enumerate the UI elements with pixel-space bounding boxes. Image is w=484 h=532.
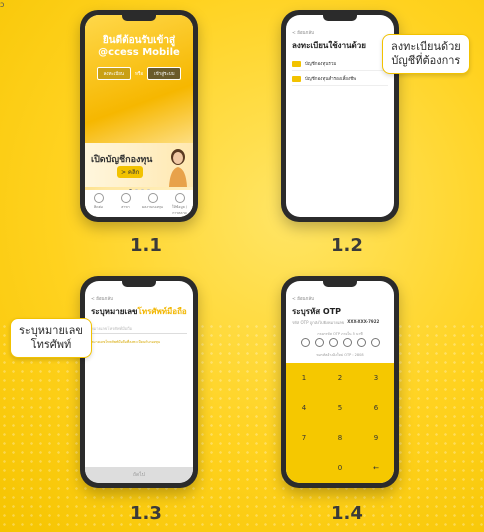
register-screen: < ย้อนกลับ ลงทะเบียนใช้งานด้วย บัญชีกองท… xyxy=(286,15,394,217)
otp-sent-info: รหัส OTP ถูกส่งไปยังหมายเลข XXX-XXX-7922 xyxy=(292,319,388,326)
title-highlight: โทรศัพท์มือถือ xyxy=(137,307,187,316)
callout-enter-number: ระบุหมายเลข โทรศัพท์ xyxy=(10,318,92,358)
key-7[interactable]: 7 xyxy=(286,423,322,453)
option-provident-fund[interactable]: บัญชีกองทุนสำรองเลี้ยงชีพ xyxy=(292,72,388,86)
welcome-screen: ยินดีต้อนรับเข้าสู่ @ccess Mobile ลงทะเบ… xyxy=(85,15,193,217)
key-blank xyxy=(286,453,322,483)
numeric-keypad: 1 2 3 4 5 6 7 8 9 0 ← xyxy=(286,363,394,483)
phone-hint: หมายเลขโทรศัพท์มือถือที่ลงทะเบียนกับกองท… xyxy=(91,340,161,344)
nav-label: ให้ข้อมูล / การตลาด xyxy=(171,205,188,215)
enter-number-screen: < ย้อนกลับ ระบุหมายเลขโทรศัพท์มือถือ หมา… xyxy=(85,281,193,483)
enter-number-title: ระบุหมายเลขโทรศัพท์มือถือ xyxy=(91,305,187,318)
key-1[interactable]: 1 xyxy=(286,363,322,393)
open-account-text: เปิดบัญชีกองทุน xyxy=(91,155,153,165)
key-5[interactable]: 5 xyxy=(322,393,358,423)
otp-input[interactable] xyxy=(286,338,394,347)
otp-resend-link[interactable]: ขอรหัสอ้างอิงใหม่ OTP : 2808 xyxy=(286,352,394,358)
or-text: หรือ xyxy=(134,72,144,77)
key-3[interactable]: 3 xyxy=(358,363,394,393)
otp-screen: < ย้อนกลับ ระบุรหัส OTP รหัส OTP ถูกส่งไ… xyxy=(286,281,394,483)
otp-phone-masked: XXX-XXX-7922 xyxy=(347,319,380,324)
key-2[interactable]: 2 xyxy=(322,363,358,393)
welcome-title-line1: ยินดีต้อนรับเข้าสู่ xyxy=(102,35,176,46)
nav-item-info[interactable]: ให้ข้อมูล / การตลาด xyxy=(169,193,191,216)
phone-enter-number: < ย้อนกลับ ระบุหมายเลขโทรศัพท์มือถือ หมา… xyxy=(80,276,198,488)
nav-item-branch[interactable]: สาขา xyxy=(115,193,137,210)
option-mutual-fund[interactable]: บัญชีกองทุนรวม xyxy=(292,57,388,71)
banner-click-button[interactable]: > คลิก xyxy=(117,166,144,178)
back-link[interactable]: < ย้อนกลับ xyxy=(91,295,113,302)
callout-line1: ระบุหมายเลข xyxy=(19,324,83,337)
welcome-title: ยินดีต้อนรับเข้าสู่ @ccess Mobile xyxy=(85,35,193,59)
step-label-1-3: 1.3 xyxy=(130,503,162,524)
key-4[interactable]: 4 xyxy=(286,393,322,423)
login-button[interactable]: เข้าสู่ระบบ xyxy=(147,67,182,80)
phone-otp: < ย้อนกลับ ระบุรหัส OTP รหัส OTP ถูกส่งไ… xyxy=(281,276,399,488)
nav-label: ติดต่อ xyxy=(94,205,103,209)
phone-welcome: ยินดีต้อนรับเข้าสู่ @ccess Mobile ลงทะเบ… xyxy=(80,10,198,222)
phone-notch xyxy=(323,15,357,21)
phone-notch xyxy=(122,281,156,287)
nav-label: สาขา xyxy=(121,205,130,209)
info-icon xyxy=(174,193,185,203)
key-9[interactable]: 9 xyxy=(358,423,394,453)
title-prefix: ระบุหมายเลข xyxy=(91,307,138,316)
phone-notch xyxy=(323,281,357,287)
welcome-buttons: ลงทะเบียน หรือ เข้าสู่ระบบ xyxy=(95,67,183,80)
nav-item-fund-performance[interactable]: ผลงานกองทุน xyxy=(142,193,164,210)
next-button[interactable]: ถัดไป xyxy=(85,467,193,483)
bottom-nav: ติดต่อ สาขา ผลงานกองทุน ให้ข้อมูล / การต… xyxy=(85,190,193,217)
card-icon xyxy=(292,75,301,82)
callout-line2: บัญชีที่ต้องการ xyxy=(391,54,461,67)
location-icon xyxy=(120,193,131,203)
callout-line1: ลงทะเบียนด้วย xyxy=(391,40,461,53)
phone-icon xyxy=(93,193,104,203)
phone-number-input[interactable]: หมายเลขโทรศัพท์มือถือ xyxy=(91,325,187,334)
phone-notch xyxy=(122,15,156,21)
register-button[interactable]: ลงทะเบียน xyxy=(96,67,131,80)
nav-item-contact[interactable]: ติดต่อ xyxy=(88,193,110,210)
chart-icon xyxy=(147,193,158,203)
otp-prompt: กรอกรหัส OTP ภายใน 5 นาที xyxy=(317,332,363,336)
register-title: ลงทะเบียนใช้งานด้วย xyxy=(292,41,366,50)
key-8[interactable]: 8 xyxy=(322,423,358,453)
backspace-icon[interactable]: ← xyxy=(358,453,394,483)
option-label: บัญชีกองทุนสำรองเลี้ยงชีพ xyxy=(305,77,357,82)
key-6[interactable]: 6 xyxy=(358,393,394,423)
back-link[interactable]: < ย้อนกลับ xyxy=(292,295,314,302)
step-label-1-2: 1.2 xyxy=(331,235,363,256)
callout-line2: โทรศัพท์ xyxy=(30,338,72,351)
corner-mark: ɔ xyxy=(0,0,5,9)
card-icon xyxy=(292,60,301,67)
option-label: บัญชีกองทุนรวม xyxy=(305,62,337,67)
welcome-title-line2: @ccess Mobile xyxy=(98,47,180,58)
step-label-1-4: 1.4 xyxy=(331,503,363,524)
back-link[interactable]: < ย้อนกลับ xyxy=(292,29,314,36)
woman-image xyxy=(169,149,187,187)
nav-label: ผลงานกองทุน xyxy=(142,205,163,209)
otp-sent-label: รหัส OTP ถูกส่งไปยังหมายเลข xyxy=(292,320,345,325)
step-label-1-1: 1.1 xyxy=(130,235,162,256)
callout-register: ลงทะเบียนด้วย บัญชีที่ต้องการ xyxy=(382,34,470,74)
key-0[interactable]: 0 xyxy=(322,453,358,483)
otp-title: ระบุรหัส OTP xyxy=(292,307,342,316)
